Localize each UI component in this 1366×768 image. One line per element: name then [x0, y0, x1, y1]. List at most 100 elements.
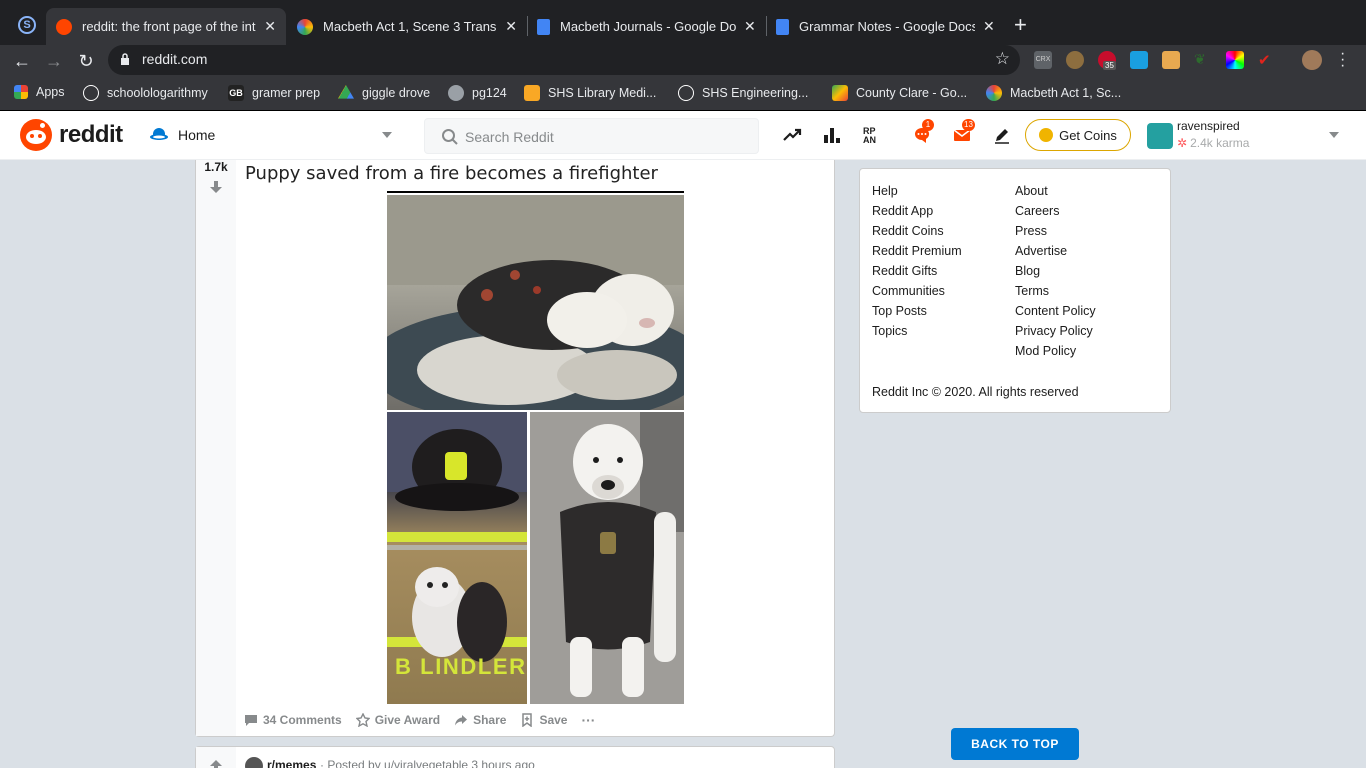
new-tab-icon[interactable]: +: [1014, 12, 1027, 38]
post-card[interactable]: 1.7k Puppy saved from a fire becomes a f…: [195, 160, 835, 737]
bookmark-giggle-drove[interactable]: giggle drove: [338, 85, 430, 101]
forward-arrow-icon[interactable]: →: [42, 49, 66, 73]
lock-icon: [121, 53, 129, 65]
crx-extension-icon[interactable]: CRX: [1034, 51, 1052, 69]
subreddit-avatar[interactable]: [245, 757, 263, 768]
footer-link-reddit-coins[interactable]: Reddit Coins: [872, 223, 962, 243]
search-icon: [442, 129, 458, 145]
owl-extension-icon[interactable]: [1066, 51, 1084, 69]
footer-link-blog[interactable]: Blog: [1015, 263, 1096, 283]
close-tab-icon[interactable]: ✕: [264, 18, 276, 35]
mail-badge: 13: [962, 119, 975, 131]
footer-link-reddit-premium[interactable]: Reddit Premium: [872, 243, 962, 263]
give-award-button[interactable]: Give Award: [355, 713, 440, 727]
leaderboard-icon[interactable]: [822, 125, 842, 145]
rainbow-extension-icon[interactable]: [1226, 51, 1244, 69]
bookmark-shs-library[interactable]: SHS Library Medi...: [524, 85, 656, 101]
bookmark-gramer-prep[interactable]: GB gramer prep: [228, 85, 320, 101]
bookmark-schoology[interactable]: schoolologarithmy: [83, 85, 208, 101]
footer-link-reddit-gifts[interactable]: Reddit Gifts: [872, 263, 962, 283]
post-image-puppy-helmet: B LINDLER: [387, 412, 527, 704]
chevron-down-icon[interactable]: [382, 132, 392, 138]
search-input[interactable]: [465, 127, 745, 147]
footer-link-careers[interactable]: Careers: [1015, 203, 1096, 223]
post-title[interactable]: Puppy saved from a fire becomes a firefi…: [245, 163, 658, 184]
menu-kebab-icon[interactable]: · · ·: [1340, 46, 1345, 74]
footer-link-communities[interactable]: Communities: [872, 283, 962, 303]
footer-link-content-policy[interactable]: Content Policy: [1015, 303, 1096, 323]
upvote-arrow-icon[interactable]: [210, 760, 222, 768]
sidebar-footer-links: Help Reddit App Reddit Coins Reddit Prem…: [859, 168, 1171, 413]
bookmark-star-icon[interactable]: ☆: [995, 49, 1010, 69]
tab-macbeth-translation[interactable]: Macbeth Act 1, Scene 3 Transla ✕: [287, 8, 527, 45]
subreddit-name[interactable]: r/memes: [267, 758, 316, 768]
footer-link-privacy-policy[interactable]: Privacy Policy: [1015, 323, 1096, 343]
user-avatar[interactable]: [1147, 123, 1173, 149]
bookmark-label: County Clare - Go...: [856, 86, 968, 100]
reload-icon[interactable]: ↻: [74, 49, 98, 73]
post-meta: · Posted by u/viralvegetable 3 hours ago: [320, 758, 535, 768]
leaf-extension-icon[interactable]: ❦: [1194, 51, 1212, 69]
home-icon: [150, 128, 168, 140]
footer-link-reddit-app[interactable]: Reddit App: [872, 203, 962, 223]
downvote-arrow-icon[interactable]: [210, 181, 222, 193]
schoology-extension-icon[interactable]: S: [18, 16, 36, 34]
chat-badge: 1: [922, 119, 934, 131]
footer-link-help[interactable]: Help: [872, 183, 962, 203]
save-button[interactable]: Save: [520, 713, 567, 727]
puppy-blanket-illustration: [387, 195, 684, 410]
footer-link-advertise[interactable]: Advertise: [1015, 243, 1096, 263]
tab-reddit[interactable]: reddit: the front page of the int ✕: [46, 8, 286, 45]
abp-extension-icon[interactable]: 35: [1098, 51, 1116, 70]
check-extension-icon[interactable]: [1130, 51, 1148, 69]
footer-link-top-posts[interactable]: Top Posts: [872, 303, 962, 323]
address-bar[interactable]: reddit.com ☆: [108, 45, 1020, 75]
next-post-card[interactable]: r/memes · Posted by u/viralvegetable 3 h…: [195, 746, 835, 768]
karma-label: 2.4k karma: [1190, 136, 1250, 150]
bookmark-county-clare[interactable]: County Clare - Go...: [832, 85, 967, 101]
browser-toolbar: ← → ↻ reddit.com ☆ CRX 35 ❦ ✔ · · ·: [0, 45, 1366, 77]
close-tab-icon[interactable]: ✕: [744, 18, 756, 35]
footer-link-press[interactable]: Press: [1015, 223, 1096, 243]
bookmark-apps[interactable]: Apps: [14, 85, 65, 99]
back-to-top-button[interactable]: BACK TO TOP: [951, 728, 1079, 760]
reddit-logo-icon[interactable]: [20, 119, 52, 151]
profile-avatar-icon[interactable]: [1302, 50, 1322, 70]
username[interactable]: ravenspired: [1177, 119, 1240, 133]
back-arrow-icon[interactable]: ←: [10, 49, 34, 73]
close-tab-icon[interactable]: ✕: [983, 18, 995, 35]
search-box: [424, 118, 759, 154]
bookmark-pg124[interactable]: pg124: [448, 85, 507, 101]
vote-count: 1.7k: [204, 160, 228, 174]
chat-icon[interactable]: 1: [912, 119, 934, 145]
bookmarks-bar: Apps schoolologarithmy GB gramer prep gi…: [0, 77, 1366, 111]
create-post-pencil-icon[interactable]: [992, 125, 1012, 145]
footer-link-about[interactable]: About: [1015, 183, 1096, 203]
tab-macbeth-journals[interactable]: Macbeth Journals - Google Doc ✕: [527, 8, 767, 45]
bookmark-label: pg124: [472, 86, 507, 100]
user-menu-chevron-down-icon[interactable]: [1329, 132, 1339, 138]
red-check-extension-icon[interactable]: ✔: [1258, 51, 1276, 69]
footer-links-column-1: Help Reddit App Reddit Coins Reddit Prem…: [872, 183, 962, 343]
comments-label: 34 Comments: [263, 713, 342, 727]
footer-link-topics[interactable]: Topics: [872, 323, 962, 343]
close-tab-icon[interactable]: ✕: [505, 18, 517, 35]
post-image-collage[interactable]: B LINDLER: [387, 191, 684, 704]
bookmark-macbeth[interactable]: Macbeth Act 1, Sc...: [986, 85, 1121, 101]
trending-icon[interactable]: [782, 125, 802, 145]
more-options-button[interactable]: ···: [581, 712, 595, 728]
box-extension-icon[interactable]: [1162, 51, 1180, 69]
tab-grammar-notes[interactable]: Grammar Notes - Google Docs ✕: [766, 8, 1006, 45]
save-label: Save: [539, 713, 568, 727]
reddit-wordmark[interactable]: reddit: [59, 121, 123, 149]
footer-link-mod-policy[interactable]: Mod Policy: [1015, 343, 1096, 363]
get-coins-label: Get Coins: [1059, 127, 1117, 143]
comments-button[interactable]: 34 Comments: [244, 713, 342, 727]
get-coins-button[interactable]: Get Coins: [1025, 119, 1131, 151]
mail-icon[interactable]: 13: [952, 119, 975, 145]
footer-link-terms[interactable]: Terms: [1015, 283, 1096, 303]
bookmark-shs-engineering[interactable]: SHS Engineering...: [678, 85, 808, 101]
share-button[interactable]: Share: [454, 713, 506, 727]
home-feed-label[interactable]: Home: [178, 127, 215, 143]
rpan-icon[interactable]: RPAN: [862, 125, 882, 145]
